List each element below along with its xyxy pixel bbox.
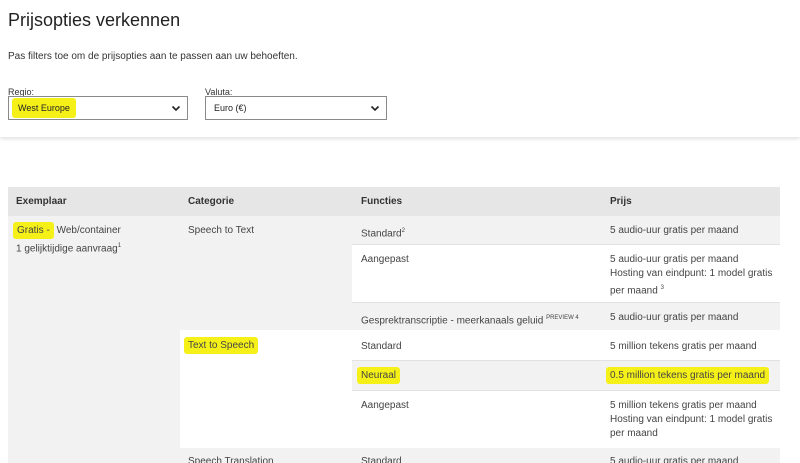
col-header-price: Prijs xyxy=(610,196,632,207)
price-cell: 5 million tekens gratis per maand Hostin… xyxy=(610,399,772,441)
page-title: Prijsopties verkennen xyxy=(8,10,181,30)
price-line: 5 million tekens gratis per maand xyxy=(610,400,757,411)
category-tts-highlight: Text to Speech xyxy=(184,337,259,354)
col-header-category: Categorie xyxy=(188,196,235,207)
instance-detail-text: 1 gelijktijdige aanvraag xyxy=(16,243,118,255)
currency-value: Euro (€) xyxy=(214,103,247,113)
chevron-down-icon xyxy=(171,105,181,112)
feature-cell: Gesprektranscriptie - meerkanaals geluid… xyxy=(361,311,579,328)
region-select[interactable]: West Europe xyxy=(8,96,188,120)
footnote-sup: 1 xyxy=(117,243,122,249)
currency-select[interactable]: Euro (€) xyxy=(205,96,387,120)
feature-cell: Neuraal xyxy=(357,367,401,384)
feature-cell: Standard2 xyxy=(361,224,405,241)
price-line: Hosting van eindpunt: 1 model gratis xyxy=(610,414,773,425)
page-subtitle: Pas filters toe om de prijsopties aan te… xyxy=(8,51,298,62)
feature-highlight: Neuraal xyxy=(357,367,401,384)
col-header-instance: Exemplaar xyxy=(16,196,67,207)
price-cell: 5 audio-uur gratis per maand xyxy=(610,456,739,463)
feature-cell: Aangepast xyxy=(361,400,409,411)
price-cell: 5 audio-uur gratis per maand xyxy=(610,312,739,323)
filter-panel: Prijsopties verkennen Pas filters toe om… xyxy=(0,0,800,137)
row-divider xyxy=(352,302,780,303)
feature-cell: Standard xyxy=(361,456,402,463)
footnote-sup: 3 xyxy=(660,285,664,291)
price-line-last: per maand 3 xyxy=(610,281,772,298)
preview-badge: PREVIEW 4 xyxy=(546,315,579,321)
price-cell: 0.5 million tekens gratis per maand xyxy=(606,367,770,384)
instance-tier-rest: Web/container xyxy=(56,225,121,236)
price-cell: 5 audio-uur gratis per maand xyxy=(610,225,739,236)
feature-text: Standard xyxy=(361,228,402,240)
instance-tier-highlight: Gratis - xyxy=(13,222,54,239)
col-header-features: Functies xyxy=(361,196,403,207)
row-divider xyxy=(352,390,780,391)
category-st: Speech Translation xyxy=(188,456,274,463)
category-tts: Text to Speech xyxy=(184,337,259,354)
category-stt: Speech to Text xyxy=(188,225,254,236)
price-line: per maand xyxy=(610,428,658,439)
row-divider xyxy=(352,244,780,245)
feature-text: Gesprektranscriptie - meerkanaals geluid xyxy=(361,315,544,327)
price-cell: 5 million tekens gratis per maand xyxy=(610,341,757,352)
price-line: Hosting van eindpunt: 1 model gratis xyxy=(610,268,773,279)
price-line-text: per maand xyxy=(610,285,658,297)
price-line: 5 audio-uur gratis per maand xyxy=(610,254,739,265)
price-highlight: 0.5 million tekens gratis per maand xyxy=(606,367,770,384)
chevron-down-icon xyxy=(370,105,380,112)
region-value: West Europe xyxy=(12,98,76,118)
feature-cell: Standard xyxy=(361,341,402,352)
instance-tier: Gratis - Web/container xyxy=(13,222,121,239)
footnote-sup: 2 xyxy=(401,228,405,234)
price-cell: 5 audio-uur gratis per maand Hosting van… xyxy=(610,253,772,298)
row-divider xyxy=(352,360,780,361)
feature-cell: Aangepast xyxy=(361,254,409,265)
instance-detail: 1 gelijktijdige aanvraag1 xyxy=(16,239,121,256)
